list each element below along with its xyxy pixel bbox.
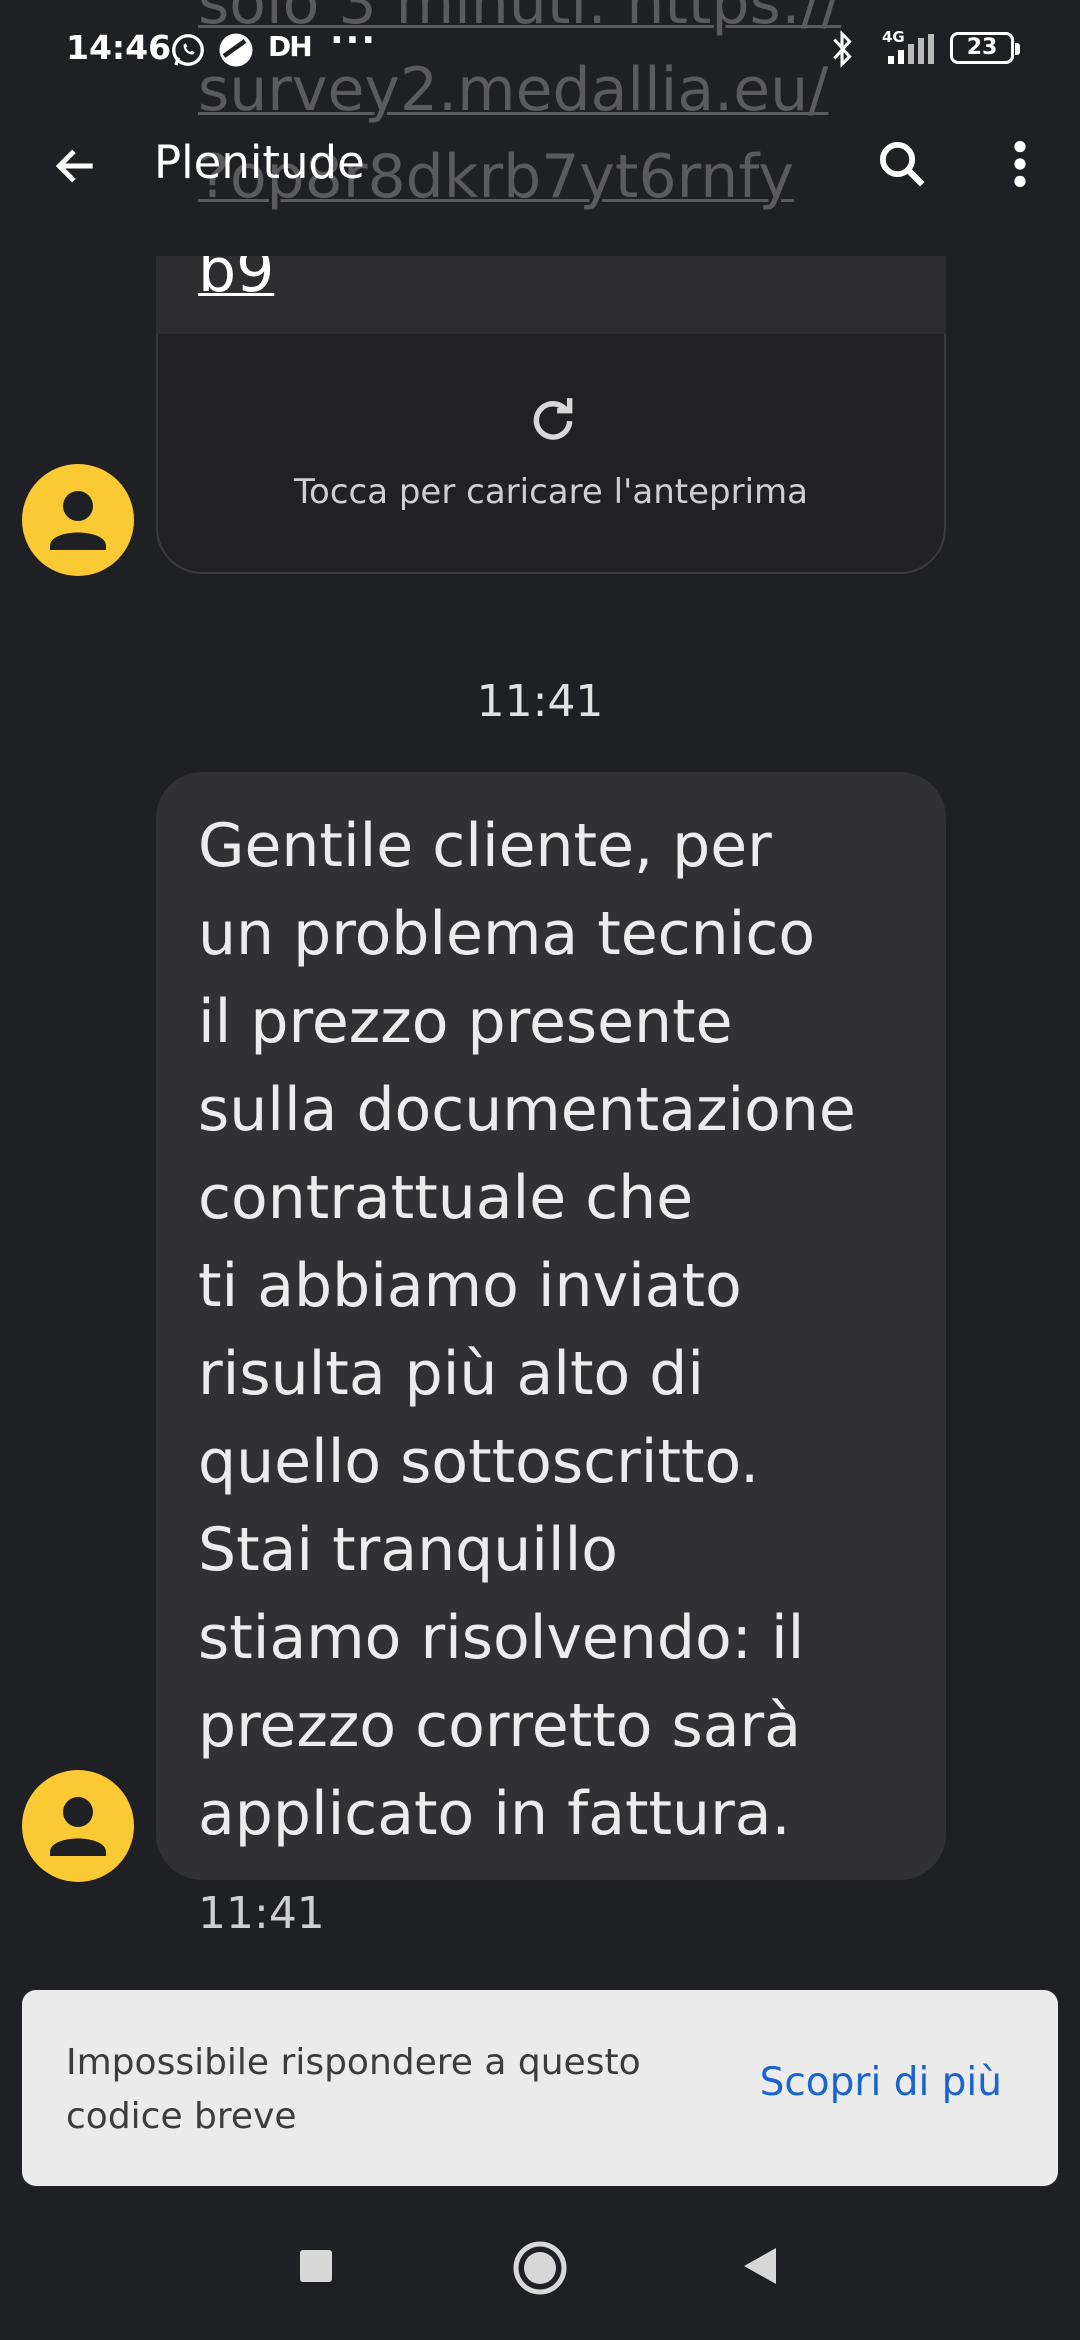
arrow-left-icon <box>55 149 93 183</box>
more-vertical-icon <box>1014 141 1026 187</box>
reply-unavailable-banner: Impossibile rispondere a questo codice b… <box>22 1990 1058 2186</box>
message-bubble[interactable]: Gentile cliente, per un problema tecnico… <box>156 772 946 1880</box>
link-preview-card[interactable]: Tocca per caricare l'anteprima <box>156 334 946 574</box>
sender-avatar[interactable] <box>22 1770 134 1882</box>
person-icon <box>50 491 106 550</box>
preview-hint: Tocca per caricare l'anteprima <box>294 472 808 512</box>
recents-button[interactable] <box>290 2240 342 2292</box>
conversation-title: Plenitude <box>154 136 365 189</box>
banner-note: Impossibile rispondere a questo codice b… <box>66 2042 641 2137</box>
previous-message-link-area[interactable]: b9 <box>156 256 946 334</box>
carrier-badge: DH <box>268 30 313 63</box>
message-timestamp: 11:41 <box>198 1888 325 1939</box>
timestamp-header: 11:41 <box>476 676 604 727</box>
person-icon <box>50 1797 106 1856</box>
sender-avatar[interactable] <box>22 464 134 576</box>
back-nav-button[interactable] <box>734 2240 786 2292</box>
message-text: Gentile cliente, per un problema tecnico… <box>198 811 856 1849</box>
battery-indicator: 23 <box>950 32 1020 64</box>
app-bar: Plenitude <box>0 96 1080 256</box>
status-bar: 14:46 DH ··· 4G 23 <box>0 0 1080 96</box>
search-button[interactable] <box>858 120 946 208</box>
home-button[interactable] <box>508 2236 572 2300</box>
signal-icon <box>888 34 934 64</box>
learn-more-link[interactable]: Scopri di più <box>760 2060 1002 2105</box>
more-options-button[interactable] <box>976 120 1064 208</box>
app-notification-icon <box>219 33 253 67</box>
status-time: 14:46 <box>66 28 172 67</box>
triangle-back-icon <box>744 2248 776 2284</box>
navigation-bar <box>0 2200 1080 2340</box>
more-notifications-icon: ··· <box>330 20 378 61</box>
search-icon <box>879 141 925 187</box>
home-circle-icon <box>513 2241 567 2295</box>
refresh-icon <box>533 398 573 440</box>
back-button[interactable] <box>32 122 120 210</box>
survey-link[interactable]: b9 <box>198 256 274 306</box>
whatsapp-icon <box>172 34 204 66</box>
bluetooth-icon <box>833 30 852 68</box>
square-icon <box>300 2250 332 2282</box>
